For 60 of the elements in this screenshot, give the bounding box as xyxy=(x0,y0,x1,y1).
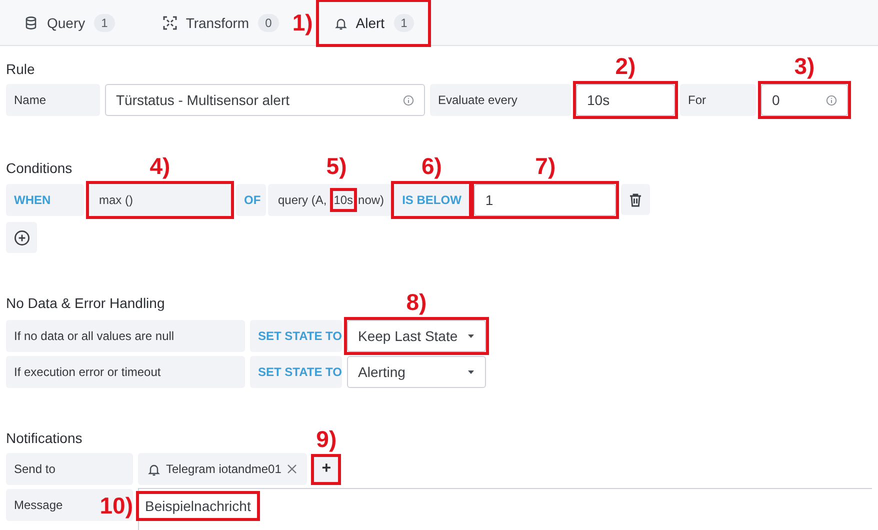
add-condition-button[interactable] xyxy=(6,222,37,253)
caret-icon xyxy=(467,370,475,374)
add-icon xyxy=(14,230,30,246)
state-dropdown[interactable]: Alerting xyxy=(347,356,486,388)
section-title: No Data & Error Handling xyxy=(6,294,165,313)
action-label: SET STATE TO xyxy=(250,356,342,388)
field-label: If no data or all values are null xyxy=(6,320,245,352)
tab[interactable]: Alert 1 xyxy=(318,2,428,44)
channel-tag[interactable]: Telegram iotandme01 xyxy=(138,453,308,485)
field-label: Send to xyxy=(6,453,133,485)
count-badge: 1 xyxy=(394,14,414,32)
callout-number: 2) xyxy=(614,55,637,78)
field-label: If execution error or timeout xyxy=(6,356,245,388)
count-badge: 0 xyxy=(258,14,279,32)
tab-label: Query xyxy=(47,14,86,30)
callout-number: 7) xyxy=(534,155,557,178)
field-label: Name xyxy=(6,84,100,116)
tab[interactable]: Transform 0 xyxy=(162,0,279,45)
section-title: Notifications xyxy=(6,429,82,448)
corners-icon xyxy=(162,16,177,30)
tab-label: Alert xyxy=(356,15,385,31)
callout-number: 3) xyxy=(793,55,816,78)
count-badge: 1 xyxy=(94,14,115,32)
tab[interactable]: Query 1 xyxy=(24,0,115,45)
field-label: Evaluate every xyxy=(430,84,571,116)
of-keyword: OF xyxy=(236,184,266,216)
callout-number: 8) xyxy=(405,291,428,314)
bell-icon xyxy=(148,462,160,476)
callout-number: 5) xyxy=(325,155,348,178)
query-part: query (A, xyxy=(278,193,327,207)
input-field[interactable]: 10s xyxy=(576,84,675,116)
threshold-field[interactable]: 1 xyxy=(474,184,616,216)
when-keyword: WHEN xyxy=(6,184,84,216)
message-field[interactable]: Beispielnachricht xyxy=(139,494,257,518)
callout-number: 1) xyxy=(292,12,313,34)
caret-icon xyxy=(467,334,475,338)
callout-number: 9) xyxy=(315,428,338,450)
section-title: Conditions xyxy=(6,159,72,178)
field-label: For xyxy=(680,84,756,116)
state-dropdown[interactable]: Keep Last State xyxy=(347,320,486,352)
info-icon xyxy=(403,94,414,106)
highlighted-value: 10s xyxy=(330,188,358,212)
trash-icon[interactable] xyxy=(629,192,642,206)
query-field[interactable]: query (A, 10s now) xyxy=(268,184,392,216)
function-field[interactable]: max () xyxy=(89,184,231,216)
callout-number: 4) xyxy=(148,155,172,178)
callout-number: 10) xyxy=(100,494,133,518)
input-field[interactable]: 0 xyxy=(761,84,848,116)
add-channel-button[interactable]: + xyxy=(314,456,338,482)
callout-number: 6) xyxy=(420,155,443,178)
info-icon xyxy=(826,94,837,106)
section-title: Rule xyxy=(6,60,35,79)
close-icon[interactable] xyxy=(287,464,298,474)
query-part: now) xyxy=(358,193,384,207)
database-icon xyxy=(24,16,38,30)
input-field[interactable]: Türstatus - Multisensor alert xyxy=(105,84,425,116)
action-label: SET STATE TO xyxy=(250,320,342,352)
channel-name: Telegram iotandme01 xyxy=(166,462,282,476)
bell-icon xyxy=(334,16,347,30)
tab-label: Transform xyxy=(186,14,250,30)
